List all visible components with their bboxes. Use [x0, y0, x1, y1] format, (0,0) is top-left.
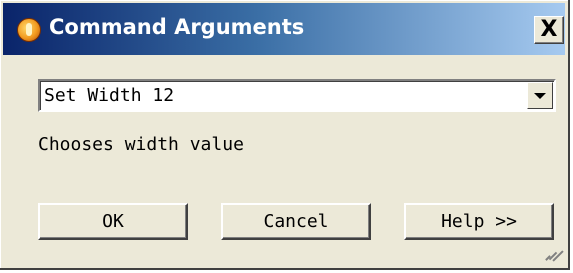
app-icon [17, 18, 41, 42]
title-bar[interactable]: Command Arguments X [3, 3, 565, 55]
command-select[interactable]: Set Width 12 [38, 79, 556, 112]
cancel-button[interactable]: Cancel [221, 203, 371, 240]
dialog-title: Command Arguments [49, 15, 305, 39]
command-select-value: Set Width 12 [44, 85, 175, 106]
resize-grip-icon[interactable] [543, 245, 564, 265]
close-button[interactable]: X [534, 16, 564, 44]
command-description: Chooses width value [38, 134, 244, 155]
help-button[interactable]: Help >> [404, 203, 554, 240]
chevron-down-icon[interactable] [527, 82, 553, 109]
close-icon: X [540, 17, 558, 42]
dialog-window: Command Arguments X Set Width 12 Chooses… [0, 0, 570, 270]
ok-button[interactable]: OK [38, 203, 188, 240]
